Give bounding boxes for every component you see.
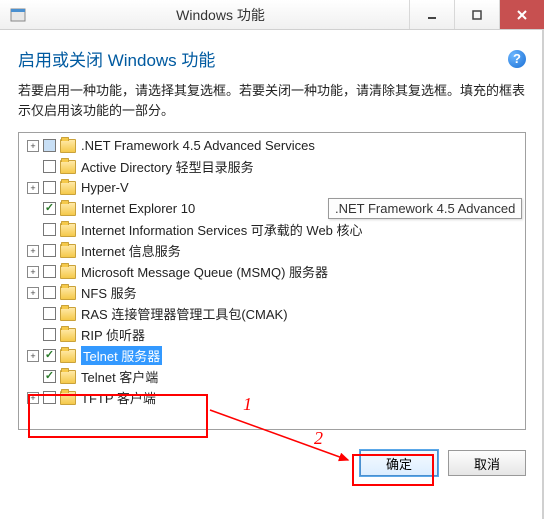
- minimize-button[interactable]: [409, 0, 454, 29]
- folder-icon: [60, 244, 76, 258]
- feature-checkbox[interactable]: [43, 223, 56, 236]
- folder-icon: [60, 265, 76, 279]
- annotation-label-2: 2: [314, 428, 323, 449]
- feature-label: RIP 侦听器: [81, 325, 145, 344]
- tree-item[interactable]: Active Directory 轻型目录服务: [23, 156, 525, 177]
- expand-toggle: [27, 224, 39, 236]
- feature-checkbox[interactable]: [43, 349, 56, 362]
- feature-label: .NET Framework 4.5 Advanced Services: [81, 138, 315, 153]
- tree-item[interactable]: + Microsoft Message Queue (MSMQ) 服务器: [23, 261, 525, 282]
- feature-label: TFTP 客户端: [81, 388, 156, 407]
- close-button[interactable]: [499, 0, 544, 29]
- expand-toggle: [27, 371, 39, 383]
- feature-checkbox[interactable]: [43, 202, 56, 215]
- tree-item[interactable]: + TFTP 客户端: [23, 387, 525, 408]
- expand-toggle[interactable]: +: [27, 266, 39, 278]
- feature-checkbox[interactable]: [43, 181, 56, 194]
- ok-button[interactable]: 确定: [360, 450, 438, 476]
- expand-toggle: [27, 203, 39, 215]
- features-tree[interactable]: + .NET Framework 4.5 Advanced Services Act…: [18, 132, 526, 430]
- folder-icon: [60, 202, 76, 216]
- title-bar: Windows 功能: [0, 0, 544, 30]
- feature-checkbox[interactable]: [43, 307, 56, 320]
- cancel-button[interactable]: 取消: [448, 450, 526, 476]
- tree-item[interactable]: + Internet 信息服务: [23, 240, 525, 261]
- tree-item[interactable]: + .NET Framework 4.5 Advanced Services: [23, 135, 525, 156]
- expand-toggle: [27, 308, 39, 320]
- folder-icon: [60, 349, 76, 363]
- feature-checkbox[interactable]: [43, 244, 56, 257]
- feature-checkbox[interactable]: [43, 265, 56, 278]
- tree-item[interactable]: RIP 侦听器: [23, 324, 525, 345]
- expand-toggle[interactable]: +: [27, 140, 39, 152]
- help-icon[interactable]: ?: [508, 50, 526, 68]
- maximize-button[interactable]: [454, 0, 499, 29]
- tree-item[interactable]: + NFS 服务: [23, 282, 525, 303]
- feature-label: NFS 服务: [81, 283, 137, 302]
- feature-label: Internet Explorer 10: [81, 201, 195, 216]
- annotation-label-1: 1: [243, 394, 252, 415]
- folder-icon: [60, 286, 76, 300]
- feature-label: Internet 信息服务: [81, 241, 181, 260]
- folder-icon: [60, 223, 76, 237]
- folder-icon: [60, 160, 76, 174]
- feature-label: Hyper-V: [81, 180, 129, 195]
- expand-toggle: [27, 161, 39, 173]
- feature-label: RAS 连接管理器管理工具包(CMAK): [81, 304, 288, 323]
- feature-checkbox[interactable]: [43, 370, 56, 383]
- folder-icon: [60, 139, 76, 153]
- expand-toggle[interactable]: +: [27, 287, 39, 299]
- description-text: 若要启用一种功能，请选择其复选框。若要关闭一种功能，请清除其复选框。填充的框表示…: [18, 81, 526, 120]
- tree-item[interactable]: RAS 连接管理器管理工具包(CMAK): [23, 303, 525, 324]
- feature-checkbox[interactable]: [43, 328, 56, 341]
- tree-item[interactable]: Internet Information Services 可承载的 Web 核…: [23, 219, 525, 240]
- feature-checkbox[interactable]: [43, 286, 56, 299]
- feature-label: Active Directory 轻型目录服务: [81, 157, 254, 176]
- folder-icon: [60, 370, 76, 384]
- feature-label: Microsoft Message Queue (MSMQ) 服务器: [81, 262, 328, 281]
- feature-checkbox[interactable]: [43, 139, 56, 152]
- folder-icon: [60, 307, 76, 321]
- heading-text: 启用或关闭 Windows 功能: [18, 46, 215, 71]
- feature-checkbox[interactable]: [43, 391, 56, 404]
- window-title: Windows 功能: [32, 5, 409, 25]
- expand-toggle[interactable]: +: [27, 182, 39, 194]
- expand-toggle[interactable]: +: [27, 245, 39, 257]
- expand-toggle[interactable]: +: [27, 392, 39, 404]
- tree-item[interactable]: + Hyper-V: [23, 177, 525, 198]
- expand-toggle: [27, 329, 39, 341]
- app-icon: [10, 7, 26, 23]
- tooltip: .NET Framework 4.5 Advanced: [328, 198, 522, 219]
- feature-checkbox[interactable]: [43, 160, 56, 173]
- feature-label: Telnet 客户端: [81, 367, 158, 386]
- folder-icon: [60, 391, 76, 405]
- tree-item[interactable]: Telnet 客户端: [23, 366, 525, 387]
- folder-icon: [60, 181, 76, 195]
- feature-label: Internet Information Services 可承载的 Web 核…: [81, 220, 363, 239]
- folder-icon: [60, 328, 76, 342]
- feature-label: Telnet 服务器: [81, 346, 162, 365]
- dialog-button-row: 确定 取消: [0, 440, 544, 476]
- expand-toggle[interactable]: +: [27, 350, 39, 362]
- page-heading: 启用或关闭 Windows 功能 ?: [18, 46, 526, 71]
- tree-item[interactable]: + Telnet 服务器: [23, 345, 525, 366]
